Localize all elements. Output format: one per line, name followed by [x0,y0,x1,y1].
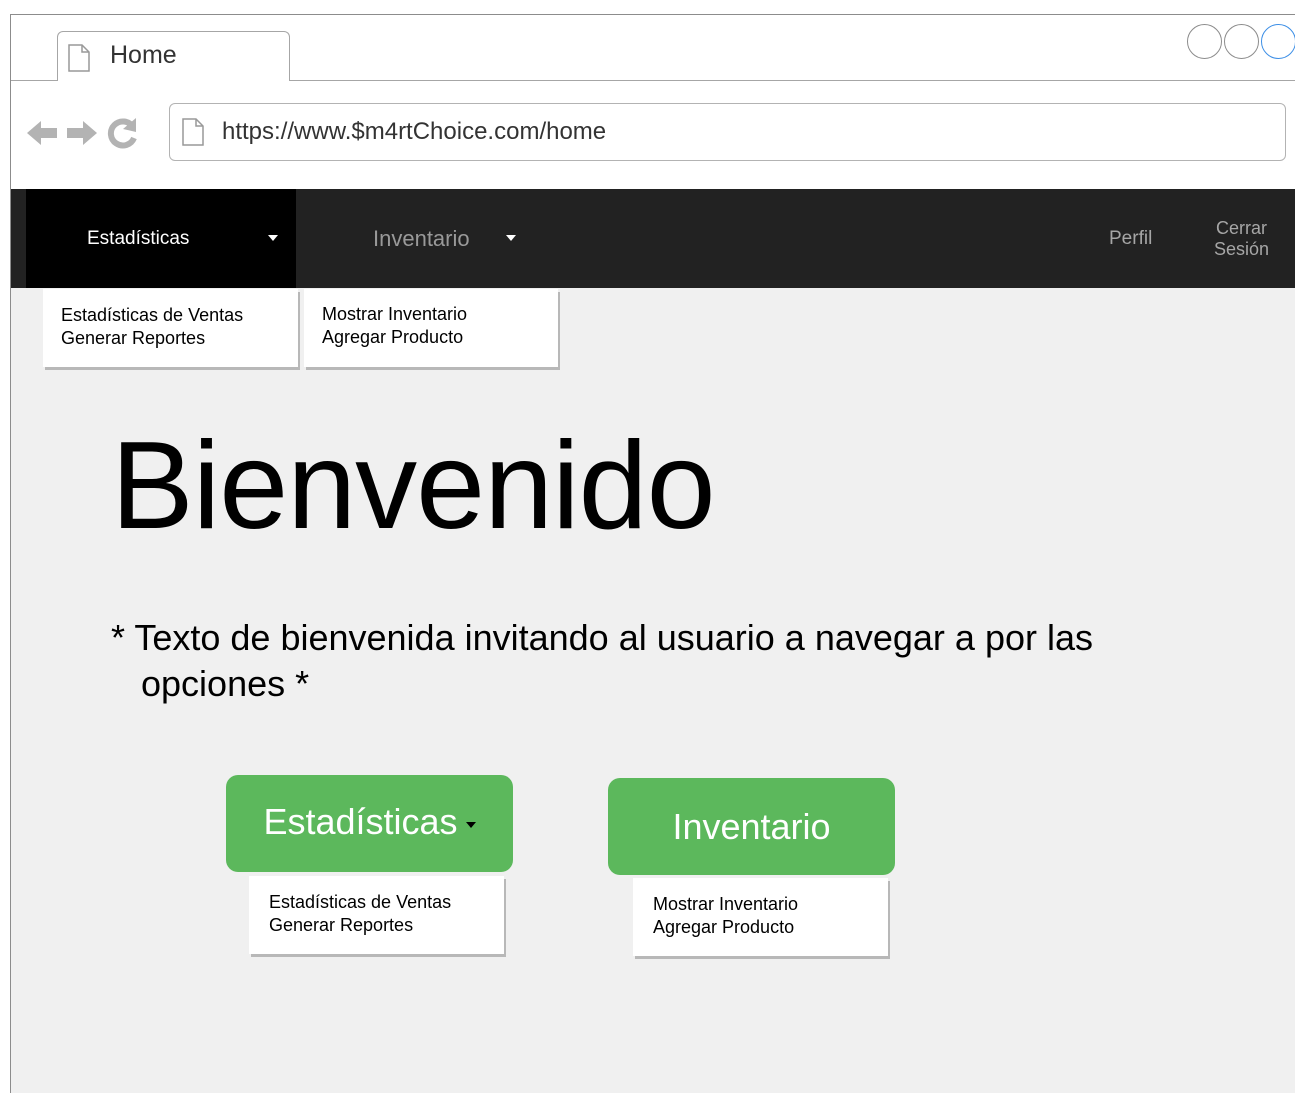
menu-item-mostrar-inventario[interactable]: Mostrar Inventario [653,893,870,916]
reload-icon[interactable] [105,116,139,155]
menu-item-agregar-producto[interactable]: Agregar Producto [653,916,870,939]
menu-item-generar-reportes[interactable]: Generar Reportes [269,914,486,937]
tab-strip: Home [11,15,1295,82]
estadisticas-button-menu: Estadísticas de Ventas Generar Reportes [249,876,504,954]
inventario-dropdown-menu: Mostrar Inventario Agregar Producto [304,289,558,367]
inventario-button[interactable]: Inventario [608,778,895,875]
back-arrow-icon[interactable] [25,118,59,153]
nav-estadisticas[interactable]: Estadísticas [26,189,296,288]
menu-item-generar-reportes[interactable]: Generar Reportes [61,327,280,350]
page-title: Bienvenido [111,417,716,555]
caret-down-icon [268,235,278,241]
nav-cerrar-sesion[interactable]: Cerrar Sesión [1214,189,1269,288]
menu-item-estadisticas-ventas[interactable]: Estadísticas de Ventas [61,304,280,327]
menu-item-estadisticas-ventas[interactable]: Estadísticas de Ventas [269,891,486,914]
tab-title: Home [110,41,177,69]
caret-down-icon [506,235,516,241]
estadisticas-button-label: Estadísticas [263,800,458,842]
minimize-icon[interactable] [1187,24,1222,59]
estadisticas-button[interactable]: Estadísticas [226,775,513,872]
forward-arrow-icon[interactable] [65,118,99,153]
main-navbar: Estadísticas Inventario Perfil Cerrar Se… [11,189,1295,288]
cerrar-line-1: Cerrar [1216,217,1268,238]
url-text: https://www.$m4rtChoice.com/home [222,118,607,145]
cerrar-line-2: Sesión [1214,238,1270,259]
window-controls [1187,24,1295,59]
nav-inventario[interactable]: Inventario [373,189,543,288]
maximize-icon[interactable] [1224,24,1259,59]
menu-item-mostrar-inventario[interactable]: Mostrar Inventario [322,303,540,326]
nav-inventario-label: Inventario [373,225,470,251]
close-icon[interactable] [1261,24,1295,59]
nav-perfil[interactable]: Perfil [1109,189,1152,288]
nav-estadisticas-label: Estadísticas [87,227,190,249]
welcome-text: * Texto de bienvenida invitando al usuar… [111,617,1094,704]
menu-item-agregar-producto[interactable]: Agregar Producto [322,326,540,349]
caret-down-icon [465,821,476,828]
address-row: https://www.$m4rtChoice.com/home [11,81,1295,189]
address-bar[interactable]: https://www.$m4rtChoice.com/home [169,103,1286,161]
page-icon [68,44,90,77]
tab-home[interactable]: Home [57,31,290,82]
inventario-button-menu: Mostrar Inventario Agregar Producto [633,878,888,956]
page-icon [182,118,204,151]
navigation-buttons [25,116,139,155]
estadisticas-dropdown-menu: Estadísticas de Ventas Generar Reportes [43,289,298,367]
browser-window: Home https://www.$m4rtChoice.com/home Es… [10,14,1295,1093]
